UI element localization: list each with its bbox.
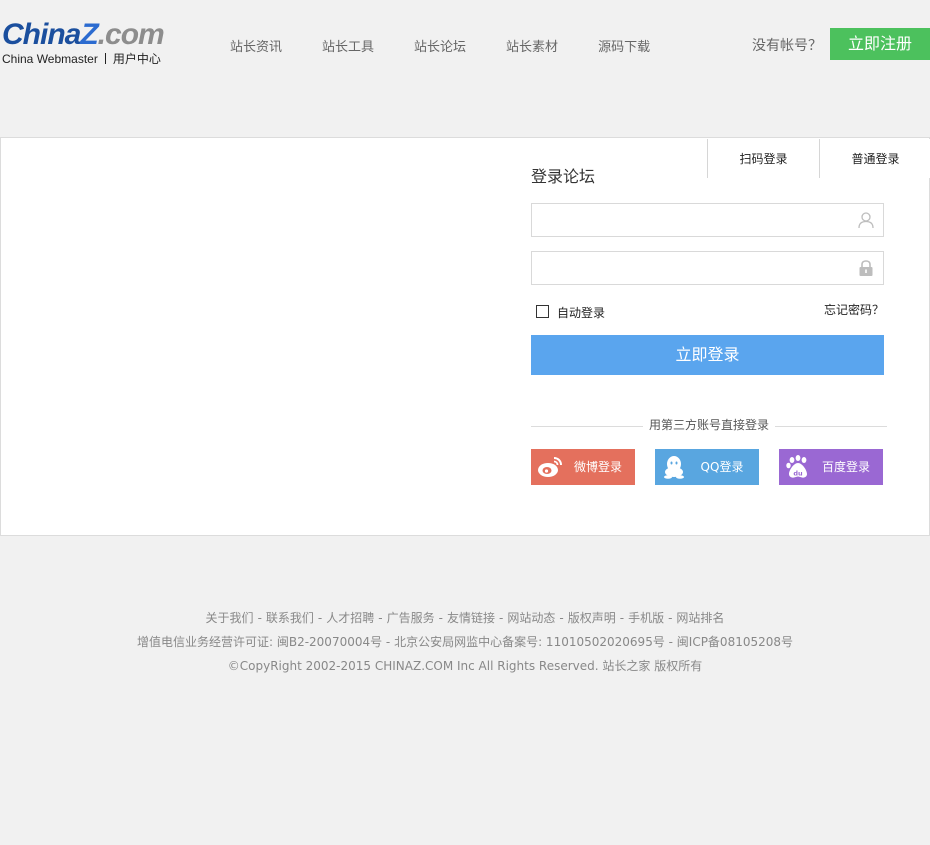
weibo-login-label: 微博登录 [573,460,622,474]
footer-separator: - [378,611,383,625]
footer-link-ranking[interactable]: 网站排名 [676,611,724,625]
login-submit-button[interactable]: 立即登录 [531,335,884,375]
logo-word-z: Z [80,18,98,51]
footer-copyright: ©CopyRight 2002-2015 CHINAZ.COM Inc All … [227,659,703,673]
footer-separator: - [619,611,625,625]
nav-item-assets[interactable]: 站长素材 [506,40,558,56]
login-tabs: 扫码登录 普通登录 [707,139,930,178]
qq-login-label: QQ登录 [700,460,744,474]
qq-login-button[interactable]: QQ登录 [655,449,759,485]
no-account-text: 没有帐号？ [752,38,822,54]
logo-word-com: .com [97,18,165,51]
footer-link-ads[interactable]: 广告服务 [387,611,435,625]
auto-login-checkbox[interactable] [536,305,549,318]
footer-separator: - [499,611,504,625]
tab-qr-login[interactable]: 扫码登录 [707,139,819,178]
footer-separator: - [668,611,673,625]
footer-link-mobile[interactable]: 手机版 [628,611,664,625]
nav-item-tools[interactable]: 站长工具 [322,40,374,56]
footer-separator: - [317,611,323,625]
password-input[interactable] [532,252,842,284]
nav-item-forum[interactable]: 站长论坛 [414,40,466,56]
footer-link-about[interactable]: 关于我们 [206,611,254,625]
login-panel: 扫码登录 普通登录 登录论坛 自动登录 忘记密码？ 立即登录 用第三方账号直接登… [0,137,930,536]
tab-normal-login[interactable]: 普通登录 [819,139,930,178]
nav-item-news[interactable]: 站长资讯 [230,40,282,56]
footer-separator: - [559,611,564,625]
footer-link-copyright[interactable]: 版权声明 [568,611,616,625]
logo-wordmark: ChinaZ.com [2,18,165,52]
logo-word-china: China [2,18,81,51]
login-title: 登录论坛 [531,167,596,186]
logo-sub-center: 用户中心 [112,52,161,66]
logo-subtitle: China Webmaster 用户中心 [2,50,161,67]
nav-item-source-download[interactable]: 源码下载 [598,40,650,56]
logo-sub-brand: China Webmaster [2,52,98,66]
footer: 关于我们 - 联系我们 - 人才招聘 - 广告服务 - 友情链接 - 网站动态 - 版权声明 - 手机版 - 网… [0,609,930,675]
weibo-login-button[interactable]: 微博登录 [531,449,635,485]
user-icon [858,212,874,229]
username-field-box [531,203,884,237]
auto-login-option[interactable]: 自动登录 [536,302,605,321]
footer-separator: - [438,611,443,625]
username-input[interactable] [532,204,842,236]
baidu-login-button[interactable]: du 百度登录 [779,449,883,485]
logo-separator [104,53,106,64]
password-field-box [531,251,884,285]
footer-link-friends[interactable]: 友情链接 [447,611,495,625]
register-button[interactable]: 立即注册 [830,28,930,60]
main-nav: 站长资讯 站长工具 站长论坛 站长素材 源码下载 [230,40,690,56]
site-logo[interactable]: ChinaZ.com China Webmaster 用户中心 [0,18,185,68]
auto-login-label: 自动登录 [557,306,606,320]
lock-icon [859,260,873,276]
third-party-label: 用第三方账号直接登录 [643,417,776,433]
footer-link-news[interactable]: 网站动态 [507,611,555,625]
footer-link-contact[interactable]: 联系我们 [266,611,314,625]
footer-link-jobs[interactable]: 人才招聘 [326,611,374,625]
footer-links: 关于我们 - 联系我们 - 人才招聘 - 广告服务 - 友情链接 - 网站动态 - 版权声明 - 手机版 - 网… [0,609,930,627]
footer-license: 增值电信业务经营许可证: 闽B2-20070004号 - 北京公安局网监中心备案… [136,635,794,649]
footer-separator: - [257,611,262,625]
baidu-login-label: 百度登录 [821,460,870,474]
forgot-password-link[interactable]: 忘记密码？ [824,302,884,318]
